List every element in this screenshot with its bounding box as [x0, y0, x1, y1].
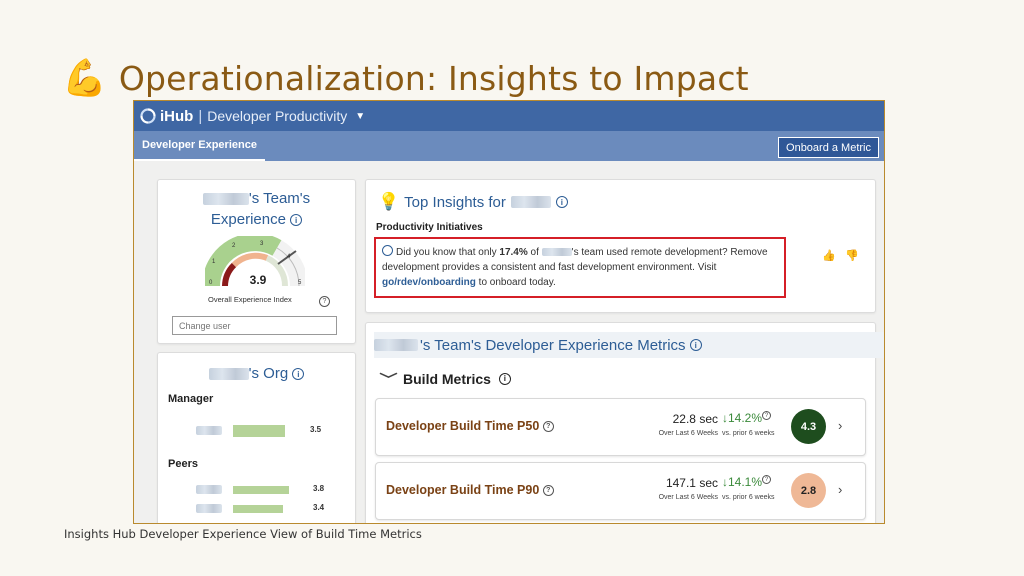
peer-value: 3.4 [313, 503, 325, 512]
info-icon[interactable]: i [290, 214, 303, 227]
insights-subtitle: Productivity Initiatives [376, 222, 483, 233]
help-icon[interactable]: ? [319, 296, 330, 307]
info-icon[interactable]: i [689, 339, 702, 351]
change-user-input[interactable] [172, 316, 337, 335]
redacted-name [541, 248, 572, 257]
top-insights-card: 💡 Top Insights for i Productivity Initia… [365, 179, 876, 313]
redacted-name [374, 339, 418, 351]
metric-score-badge: 2.8 [791, 473, 826, 508]
redacted-name [510, 196, 551, 208]
build-metrics-toggle[interactable]: ﹀ Build Metrics i [379, 369, 511, 388]
org-card: 's Org i Manager 3.5 Peers 3.8 3.4 [157, 352, 356, 523]
lightbulb-icon: 💡 [378, 192, 400, 211]
peer-value: 3.8 [313, 484, 325, 493]
peers-label: Peers [168, 458, 198, 470]
flexed-biceps-icon: 💪 [62, 57, 107, 98]
metric-name: Developer Build Time P50 ? [386, 419, 554, 433]
team-experience-title: 's Team's Experience i [158, 188, 355, 230]
redacted-name [202, 193, 249, 206]
metric-score-badge: 4.3 [791, 409, 826, 444]
dev-experience-metrics-card: 's Team's Developer Experience Metrics i… [365, 322, 884, 523]
remote-dev-icon [382, 245, 393, 256]
metric-prior: vs. prior 6 weeks [722, 494, 775, 501]
chevron-right-icon[interactable]: › [838, 482, 842, 497]
top-insights-title: 💡 Top Insights for i [378, 192, 568, 212]
chevron-right-icon[interactable]: › [838, 418, 842, 433]
chevron-down-icon: ﹀ [379, 372, 398, 387]
metric-change: ↓14.2%? [722, 411, 772, 425]
metric-prior: vs. prior 6 weeks [722, 430, 775, 437]
brand-name: iHub [160, 107, 194, 125]
help-icon[interactable]: ? [542, 485, 554, 497]
peer-bar [233, 505, 284, 513]
metric-period: Over Last 6 Weeks [658, 430, 718, 437]
metric-card-build-time-p90[interactable]: Developer Build Time P90 ? 147.1 sec Ove… [375, 462, 866, 520]
metric-change: ↓14.1%? [722, 475, 772, 489]
slide-title-text: Operationalization: Insights to Impact [118, 58, 749, 98]
help-icon[interactable]: ? [762, 411, 772, 420]
info-icon[interactable]: i [498, 372, 511, 385]
help-icon[interactable]: ? [762, 475, 772, 484]
metric-value: 22.8 sec [672, 412, 718, 426]
redacted-name [196, 426, 222, 435]
peer-bar [233, 486, 290, 494]
manager-value: 3.5 [310, 425, 322, 434]
tab-developer-experience[interactable]: Developer Experience [134, 131, 265, 161]
info-icon[interactable]: i [292, 368, 305, 381]
brand-separator: | [198, 107, 203, 125]
thumbs-up-icon[interactable]: 👍 [822, 249, 836, 262]
manager-label: Manager [168, 393, 214, 405]
metric-card-build-time-p50[interactable]: Developer Build Time P50 ? 22.8 sec Over… [375, 398, 866, 456]
org-title: 's Org i [158, 365, 355, 382]
thumbs-down-icon[interactable]: 👎 [845, 249, 859, 262]
metrics-header: 's Team's Developer Experience Metrics i [374, 332, 884, 358]
onboard-metric-button[interactable]: Onboard a Metric [778, 137, 879, 158]
product-name[interactable]: Developer Productivity [207, 108, 347, 124]
onboarding-link[interactable]: go/rdev/onboarding [382, 277, 476, 288]
gauge-value: 3.9 [249, 273, 267, 287]
redacted-name [208, 368, 249, 381]
metric-period: Over Last 6 Weeks [658, 494, 718, 501]
manager-bar [233, 425, 286, 437]
slide-caption: Insights Hub Developer Experience View o… [64, 527, 422, 541]
team-experience-card: 's Team's Experience i 0 1 2 3 4 5 3.9 O… [157, 179, 356, 344]
insight-highlight-box: Did you know that only 17.4% of 's team … [374, 237, 786, 298]
slide-title: 💪 Operationalization: Insights to Impact [62, 56, 749, 100]
overall-experience-index-label: Overall Experience Index [208, 295, 292, 304]
help-icon[interactable]: ? [542, 421, 554, 433]
metric-value: 147.1 sec [665, 476, 718, 490]
redacted-name [196, 485, 222, 494]
nav-bar: Developer Experience Onboard a Metric [134, 131, 884, 161]
metric-name: Developer Build Time P90 ? [386, 483, 554, 497]
ihub-logo[interactable]: iHub [140, 108, 193, 125]
ihub-screenshot: iHub | Developer Productivity ▼ Develope… [133, 100, 885, 524]
caret-down-icon[interactable]: ▼ [355, 111, 365, 122]
redacted-name [196, 504, 222, 513]
ihub-logo-icon [140, 108, 156, 124]
info-icon[interactable]: i [555, 196, 568, 208]
top-app-bar: iHub | Developer Productivity ▼ [134, 101, 884, 131]
